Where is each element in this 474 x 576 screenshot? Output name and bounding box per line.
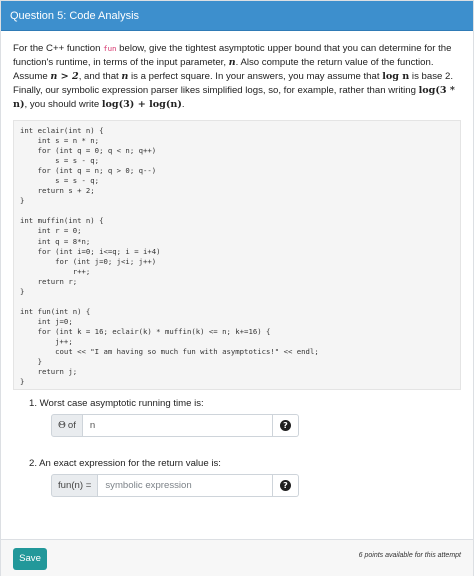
question-card: Question 5: Code Analysis For the C++ fu… <box>0 0 474 576</box>
save-button[interactable]: Save <box>13 548 47 570</box>
question-circle-icon: ? <box>280 420 291 431</box>
theta-prefix-label: of <box>67 420 76 431</box>
theta-symbol: Θ <box>58 420 66 431</box>
return-value-input-group: fun(n) = symbolic expression ? <box>51 474 299 497</box>
theta-prefix: Θ of <box>51 414 83 437</box>
question-part-2: 2. An exact expression for the return va… <box>13 457 461 497</box>
question-title: Question 5: Code Analysis <box>1 1 473 31</box>
math-condition: n > 2 <box>50 71 79 82</box>
runtime-input-group: Θ of n ? <box>51 414 299 437</box>
return-value-input[interactable]: symbolic expression <box>98 474 273 497</box>
prompt-text: , and that <box>78 71 122 82</box>
card-footer: Save 6 points available for this attempt <box>1 539 473 576</box>
code-block: int eclair(int n) { int s = n * n; for (… <box>13 120 461 390</box>
return-value-help-button[interactable]: ? <box>273 474 299 497</box>
prompt-text: , you should write <box>24 99 102 110</box>
question-prompt: For the C++ function fun below, give the… <box>13 42 461 112</box>
fun-n-prefix: fun(n) = <box>51 474 99 497</box>
math-log-n: log n <box>382 71 410 82</box>
runtime-input[interactable]: n <box>82 414 273 437</box>
prompt-text: is a perfect square. In your answers, yo… <box>128 71 383 82</box>
question-part-1: 1. Worst case asymptotic running time is… <box>13 397 461 437</box>
prompt-text: . <box>181 99 185 110</box>
part-1-label: 1. Worst case asymptotic running time is… <box>29 398 204 409</box>
part-2-label: 2. An exact expression for the return va… <box>29 458 221 469</box>
points-available-text: 6 points available for this attempt <box>358 552 461 559</box>
function-name-code: fun <box>103 44 117 53</box>
question-body: For the C++ function fun below, give the… <box>1 31 473 497</box>
runtime-help-button[interactable]: ? <box>273 414 299 437</box>
question-circle-icon: ? <box>280 480 291 491</box>
math-n: n <box>228 57 236 68</box>
math-example-good: log(3) + log(n) <box>101 99 182 110</box>
prompt-text: For the C++ function <box>13 43 104 54</box>
